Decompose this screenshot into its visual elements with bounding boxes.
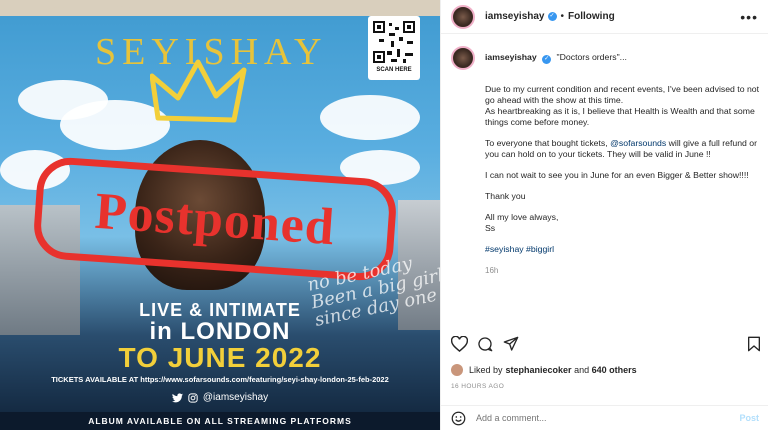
mention-link[interactable]: @sofarsounds [610,138,666,148]
caption-username[interactable]: iamseyishay [485,52,537,62]
likes-prefix: Liked by [469,365,503,375]
more-options-icon[interactable]: ••• [740,9,758,25]
event-date: TO JUNE 2022 [118,342,322,373]
caption-text: Ss [485,223,496,233]
post-header: iamseyishay ✓ • Following ••• [441,0,768,34]
caption-lead: "Doctors orders"... [556,52,627,62]
likes-row: Liked by stephaniecoker and 640 others [451,364,637,376]
crown-icon [150,59,247,123]
twitter-icon [171,392,183,402]
torn-paper-edge [0,0,440,16]
tickets-info: TICKETS AVAILABLE AT https://www.sofarso… [51,375,389,384]
caption-paragraph: As heartbreaking as it is, I believe tha… [485,106,755,127]
caption-header: iamseyishay ✓ "Doctors orders"... [451,46,763,70]
liker-username[interactable]: stephaniecoker [506,365,572,375]
qr-caption: SCAN HERE [376,67,412,73]
instagram-icon [188,392,198,403]
caption-text: All my love always, [485,212,559,222]
liker-avatar[interactable] [451,364,463,376]
post-timestamp[interactable]: 16 HOURS AGO [451,383,504,390]
poster-footer-text: ALBUM AVAILABLE ON ALL STREAMING PLATFOR… [88,416,352,426]
caption-paragraph: I can not wait to see you in June for an… [485,170,749,180]
caption-body: Due to my current condition and recent e… [485,84,763,276]
hashtags-link[interactable]: #seyishay #biggirl [485,244,763,255]
verified-badge-icon: ✓ [542,55,552,64]
poster-handle: @iamseyishay [202,392,269,403]
post-caption: iamseyishay ✓ "Doctors orders"... Due to… [451,46,763,276]
share-icon[interactable] [503,336,519,352]
bookmark-icon[interactable] [747,336,761,352]
post-comment-button[interactable]: Post [739,413,759,423]
comment-input[interactable] [476,413,740,423]
qr-code-icon [371,19,417,65]
avatar[interactable] [451,46,475,70]
caption-text: To everyone that bought tickets, [485,138,611,148]
poster-footer: ALBUM AVAILABLE ON ALL STREAMING PLATFOR… [0,412,440,430]
caption-paragraph: Thank you [485,191,526,201]
avatar[interactable] [451,4,475,29]
likes-middle: and [571,365,592,375]
caption-time[interactable]: 16h [485,265,763,276]
separator-dot: • [560,11,565,22]
likes-others-link[interactable]: 640 others [592,365,637,375]
caption-paragraph: All my love always, Ss [485,212,763,234]
caption-paragraph: To everyone that bought tickets, @sofars… [485,138,763,160]
emoji-icon[interactable] [451,411,466,426]
cloud [320,95,420,140]
following-button[interactable]: Following [568,11,615,22]
comment-box: Post [441,405,768,430]
heart-icon[interactable] [451,336,468,352]
post-image[interactable]: SEYISHAY SCAN HERE Postponed no be today… [0,0,440,430]
social-handle-row: @iamseyishay [0,392,440,403]
verified-badge-icon: ✓ [547,12,557,21]
caption-paragraph: Due to my current condition and recent e… [485,84,760,105]
instagram-post-view: SEYISHAY SCAN HERE Postponed no be today… [0,0,768,430]
header-username[interactable]: iamseyishay [485,11,545,22]
qr-code[interactable]: SCAN HERE [368,16,420,80]
action-bar [451,336,767,354]
comment-icon[interactable] [477,336,493,352]
postponed-stamp-text: Postponed [93,182,337,256]
post-side-panel: iamseyishay ✓ • Following ••• iamseyisha… [440,0,768,430]
